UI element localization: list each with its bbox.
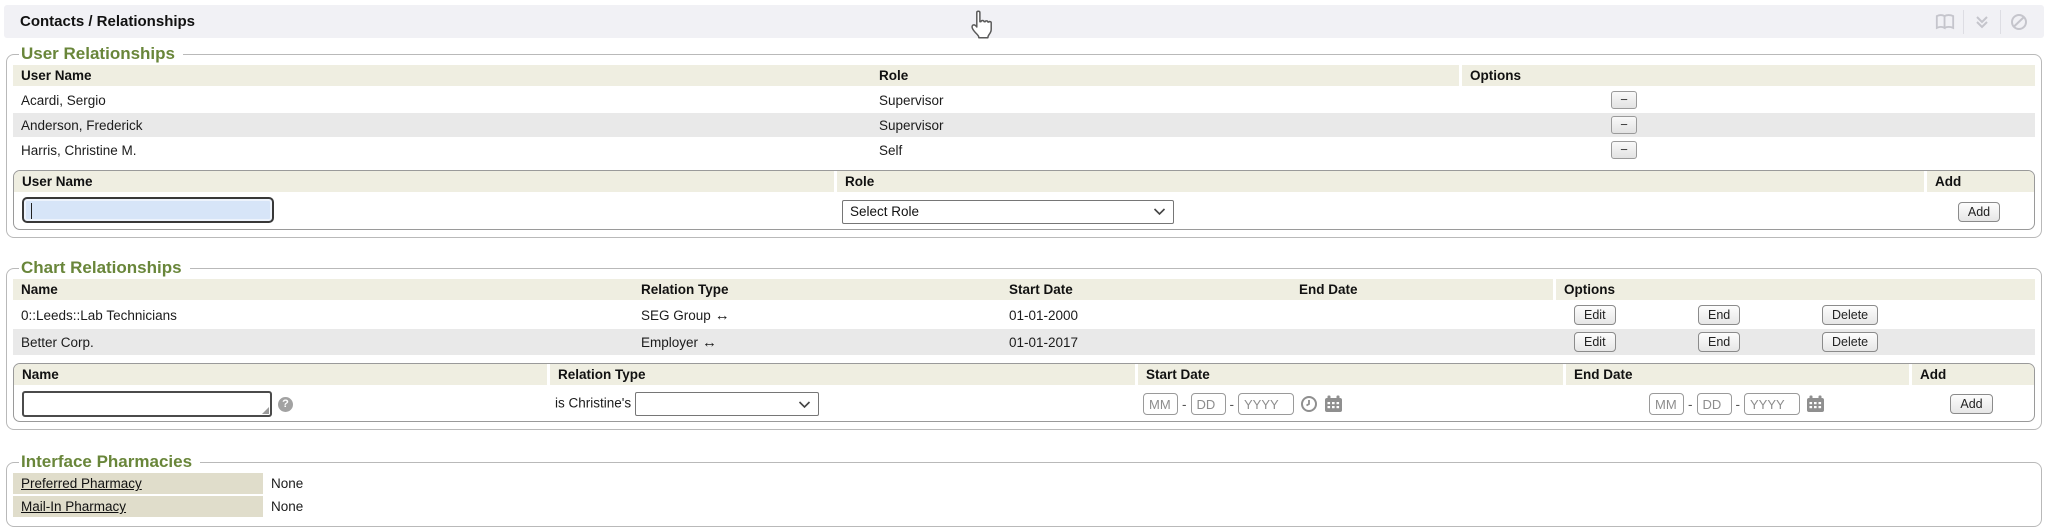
- remove-user-relationship-button[interactable]: −: [1611, 116, 1637, 134]
- add-column-header-add: Add: [1924, 171, 2034, 194]
- role-select[interactable]: Select Role: [842, 200, 1174, 224]
- chevron-down-icon: [1153, 204, 1166, 219]
- edit-relationship-button[interactable]: Edit: [1574, 332, 1616, 352]
- bidirectional-arrow-icon: ↔: [702, 334, 717, 351]
- interface-pharmacies-section: Interface Pharmacies Preferred Pharmacy …: [6, 452, 2042, 527]
- delete-relationship-button[interactable]: Delete: [1822, 332, 1878, 352]
- preferred-pharmacy-value: None: [263, 473, 311, 496]
- add-column-header-role: Role: [834, 171, 1924, 194]
- add-user-relationship-button[interactable]: Add: [1958, 202, 2000, 222]
- end-date-group: - -: [1649, 393, 1825, 415]
- start-date-cell: 01-01-2000: [1001, 302, 1291, 329]
- resize-handle[interactable]: [262, 407, 269, 414]
- end-relationship-button[interactable]: End: [1698, 305, 1740, 325]
- mail-in-pharmacy-link[interactable]: Mail-In Pharmacy: [21, 499, 126, 514]
- column-header-filler: [1789, 65, 2035, 88]
- user-relationships-section: User Relationships User Name Role Option…: [6, 44, 2042, 238]
- column-header-role: Role: [871, 65, 1459, 88]
- page-title: Contacts / Relationships: [20, 13, 195, 30]
- start-month-input[interactable]: [1143, 393, 1178, 415]
- relationship-name-cell: 0::Leeds::Lab Technicians: [13, 302, 633, 329]
- mail-in-pharmacy-value: None: [263, 496, 311, 519]
- table-row: Preferred Pharmacy None: [13, 473, 311, 496]
- edit-relationship-button[interactable]: Edit: [1574, 305, 1616, 325]
- toolbar-divider: [1963, 10, 1964, 34]
- start-date-cell: 01-01-2017: [1001, 329, 1291, 356]
- role-cell: Supervisor: [871, 113, 1459, 138]
- text-caret: [31, 203, 32, 219]
- help-icon[interactable]: ?: [278, 397, 293, 412]
- collapse-double-chevron-icon[interactable]: [1967, 9, 1997, 35]
- add-column-header-start-date: Start Date: [1135, 364, 1563, 387]
- add-chart-relationship-button[interactable]: Add: [1950, 394, 1992, 414]
- calendar-icon[interactable]: [1806, 395, 1825, 413]
- end-date-cell: [1291, 302, 1553, 329]
- preferred-pharmacy-link[interactable]: Preferred Pharmacy: [21, 476, 142, 491]
- table-row: Acardi, Sergio Supervisor −: [13, 88, 2035, 113]
- column-header-name: Name: [13, 279, 633, 302]
- table-row: Mail-In Pharmacy None: [13, 496, 311, 519]
- relation-type-cell: SEG Group↔: [633, 302, 1001, 329]
- role-cell: Self: [871, 138, 1459, 163]
- end-relationship-button[interactable]: End: [1698, 332, 1740, 352]
- add-column-header-end-date: End Date: [1563, 364, 1909, 387]
- toolbar: [1930, 9, 2034, 35]
- end-year-input[interactable]: [1744, 393, 1800, 415]
- toolbar-divider: [2000, 10, 2001, 34]
- clock-icon[interactable]: [1300, 395, 1318, 413]
- add-chart-relationship-box: Name Relation Type Start Date End Date A…: [13, 363, 2035, 422]
- end-date-cell: [1291, 329, 1553, 356]
- end-month-input[interactable]: [1649, 393, 1684, 415]
- user-relationships-legend: User Relationships: [19, 44, 183, 64]
- column-header-user-name: User Name: [13, 65, 871, 88]
- interface-pharmacies-table: Preferred Pharmacy None Mail-In Pharmacy…: [13, 473, 311, 519]
- user-relationships-table: User Name Role Options Acardi, Sergio Su…: [13, 65, 2035, 163]
- chart-relationships-table: Name Relation Type Start Date End Date O…: [13, 279, 2035, 356]
- column-header-options: Options: [1553, 279, 2035, 302]
- disable-circle-slash-icon[interactable]: [2004, 9, 2034, 35]
- table-row: Anderson, Frederick Supervisor −: [13, 113, 2035, 138]
- table-row: 0::Leeds::Lab Technicians SEG Group↔ 01-…: [13, 302, 2035, 329]
- new-user-name-input[interactable]: [22, 197, 274, 223]
- role-cell: Supervisor: [871, 88, 1459, 113]
- start-year-input[interactable]: [1238, 393, 1294, 415]
- add-column-header-user-name: User Name: [14, 171, 834, 194]
- delete-relationship-button[interactable]: Delete: [1822, 305, 1878, 325]
- column-header-relation-type: Relation Type: [633, 279, 1001, 302]
- role-select-value: Select Role: [850, 204, 919, 219]
- user-name-cell: Anderson, Frederick: [13, 113, 871, 138]
- interface-pharmacies-legend: Interface Pharmacies: [19, 452, 200, 472]
- page-header: Contacts / Relationships: [4, 5, 2044, 38]
- book-icon[interactable]: [1930, 9, 1960, 35]
- column-header-start-date: Start Date: [1001, 279, 1291, 302]
- start-date-group: - -: [1143, 393, 1343, 415]
- table-row: Harris, Christine M. Self −: [13, 138, 2035, 163]
- end-day-input[interactable]: [1697, 393, 1732, 415]
- relation-type-cell: Employer↔: [633, 329, 1001, 356]
- user-name-cell: Acardi, Sergio: [13, 88, 871, 113]
- add-column-header-add: Add: [1909, 364, 2034, 387]
- column-header-end-date: End Date: [1291, 279, 1553, 302]
- add-column-header-name: Name: [14, 364, 547, 387]
- relationship-name-cell: Better Corp.: [13, 329, 633, 356]
- add-user-relationship-box: User Name Role Add Select Role: [13, 170, 2035, 230]
- remove-user-relationship-button[interactable]: −: [1611, 91, 1637, 109]
- new-relationship-name-input[interactable]: [22, 391, 272, 417]
- user-name-cell: Harris, Christine M.: [13, 138, 871, 163]
- chart-relationships-legend: Chart Relationships: [19, 258, 190, 278]
- bidirectional-arrow-icon: ↔: [715, 307, 730, 324]
- add-column-header-relation-type: Relation Type: [547, 364, 1135, 387]
- remove-user-relationship-button[interactable]: −: [1611, 141, 1637, 159]
- table-row: Better Corp. Employer↔ 01-01-2017 Edit En…: [13, 329, 2035, 356]
- column-header-options: Options: [1459, 65, 1789, 88]
- calendar-icon[interactable]: [1324, 395, 1343, 413]
- relation-prefix-label: is Christine's: [555, 396, 631, 411]
- chart-relationships-section: Chart Relationships Name Relation Type S…: [6, 258, 2042, 430]
- start-day-input[interactable]: [1191, 393, 1226, 415]
- relation-type-select[interactable]: [635, 392, 819, 416]
- chevron-down-icon: [798, 397, 811, 412]
